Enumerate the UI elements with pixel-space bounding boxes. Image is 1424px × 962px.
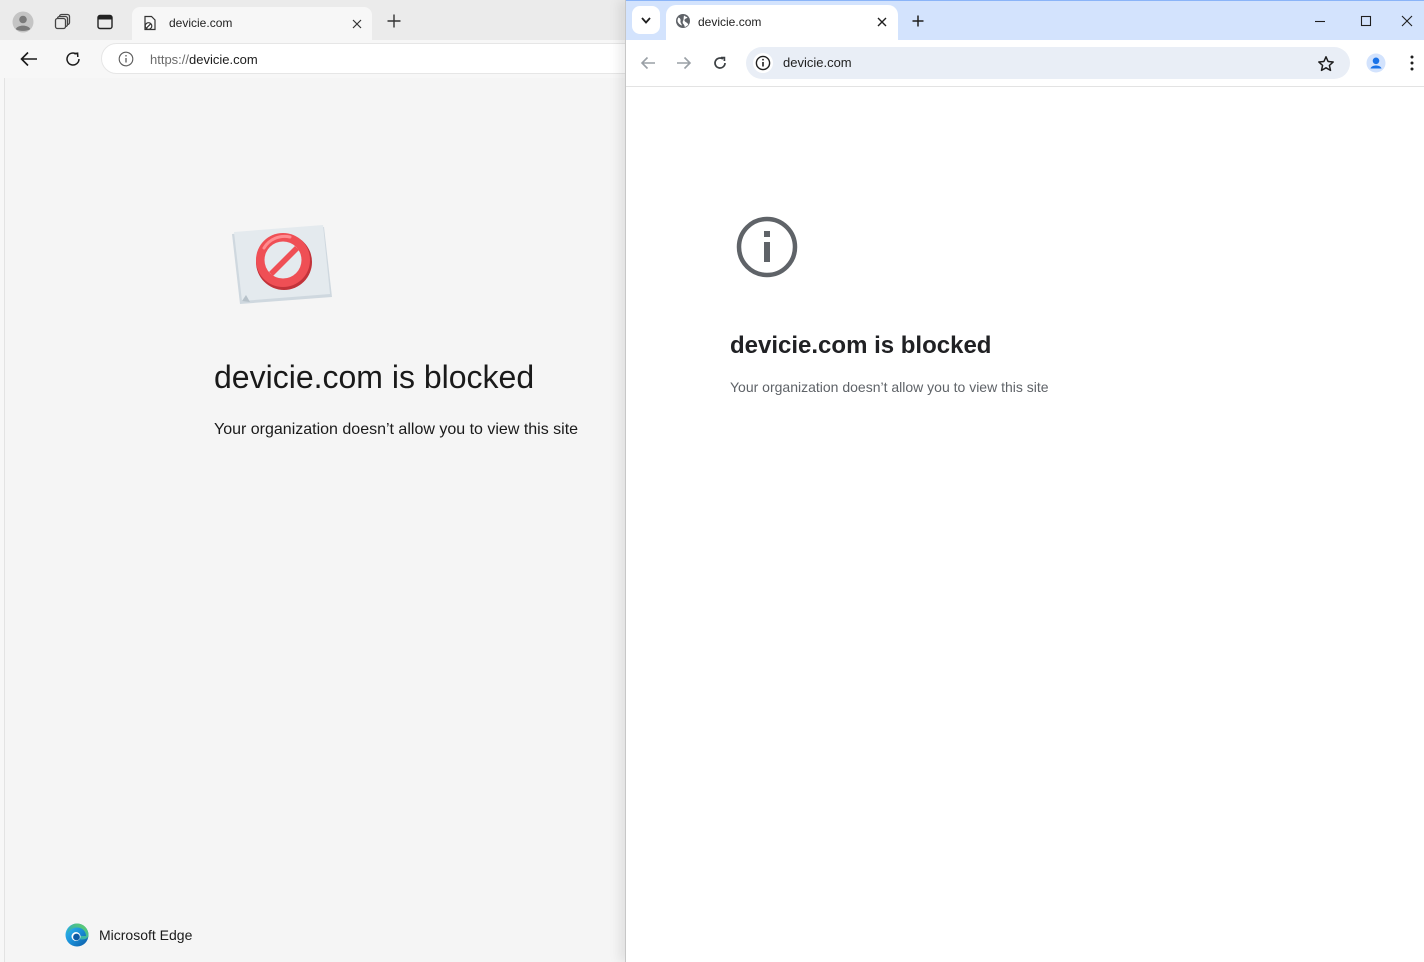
vertical-tabs-icon [97, 14, 113, 30]
profile-icon [1366, 53, 1386, 73]
edge-back-button[interactable] [13, 43, 45, 75]
chrome-address-bar[interactable]: devicie.com [746, 47, 1350, 79]
workspaces-icon [54, 13, 71, 30]
edge-page-content: devicie.com is blocked Your organization… [4, 78, 625, 962]
edge-tab-close-button[interactable] [348, 15, 366, 33]
info-large-icon [736, 216, 798, 278]
edge-toolbar: https://devicie.com [0, 40, 625, 78]
edge-url-scheme: https:// [150, 52, 190, 67]
plus-icon [912, 15, 924, 27]
blocked-sign-icon [232, 225, 332, 304]
chevron-down-icon [641, 16, 651, 24]
edge-new-tab-button[interactable] [380, 7, 408, 35]
chrome-active-tab[interactable]: devicie.com [666, 5, 898, 41]
edge-tab-strip: devicie.com [0, 0, 625, 40]
chrome-forward-button[interactable] [670, 49, 698, 77]
chrome-window-close-button[interactable] [1389, 1, 1424, 41]
chrome-new-tab-button[interactable] [904, 7, 932, 35]
edge-url-text[interactable]: https://devicie.com [150, 52, 258, 67]
reload-icon [66, 52, 80, 66]
chrome-window: devicie.com devicie.com devicie.com is b… [625, 0, 1424, 962]
chrome-toolbar: devicie.com [626, 40, 1424, 87]
minimize-icon [1315, 20, 1325, 23]
maximize-icon [1360, 15, 1372, 27]
chrome-back-button[interactable] [634, 49, 662, 77]
info-icon [755, 55, 771, 71]
reload-icon [714, 56, 726, 69]
chrome-profile-button[interactable] [1364, 51, 1388, 75]
chrome-page-subtext: Your organization doesn’t allow you to v… [730, 379, 1049, 395]
edge-tab-title: devicie.com [169, 16, 233, 30]
globe-icon [676, 14, 690, 28]
window-close-icon [1401, 15, 1413, 27]
chrome-tab-close-button[interactable] [872, 12, 892, 32]
edge-active-tab[interactable]: devicie.com [132, 7, 372, 40]
edge-profile-button[interactable] [7, 6, 39, 38]
edge-workspaces-button[interactable] [47, 6, 79, 38]
forward-arrow-icon [677, 56, 692, 70]
edge-address-bar[interactable]: https://devicie.com [101, 43, 625, 74]
edge-brand: Microsoft Edge [65, 923, 192, 947]
chrome-page-heading: devicie.com is blocked [730, 332, 992, 359]
back-arrow-icon [640, 56, 655, 70]
edge-url-host: devicie.com [189, 52, 258, 67]
chrome-maximize-button[interactable] [1343, 1, 1389, 41]
edge-logo-icon [65, 923, 89, 947]
edge-page-heading: devicie.com is blocked [214, 359, 535, 395]
chrome-url-text[interactable]: devicie.com [783, 55, 852, 70]
edge-window: devicie.com https://devicie.com devicie.… [0, 0, 625, 962]
kebab-menu-icon [1410, 55, 1414, 71]
close-icon [877, 17, 887, 27]
edge-vertical-tabs-button[interactable] [89, 6, 121, 38]
chrome-tab-strip: devicie.com [626, 0, 1424, 41]
profile-icon [12, 11, 34, 33]
info-icon[interactable] [118, 51, 134, 67]
edge-reload-button[interactable] [57, 43, 89, 75]
chrome-site-info-button[interactable] [753, 53, 773, 73]
chrome-reload-button[interactable] [706, 49, 734, 77]
chrome-tab-search-button[interactable] [632, 6, 660, 34]
edge-page-subtext: Your organization doesn’t allow you to v… [214, 421, 579, 438]
chrome-tab-title: devicie.com [698, 15, 762, 29]
chrome-minimize-button[interactable] [1297, 1, 1343, 41]
chrome-menu-button[interactable] [1402, 51, 1422, 75]
plus-icon [387, 14, 401, 28]
close-icon [352, 19, 362, 29]
star-icon [1318, 56, 1334, 72]
edge-brand-label: Microsoft Edge [99, 927, 193, 943]
chrome-bookmark-button[interactable] [1314, 52, 1338, 76]
tab-blocked-favicon-icon [144, 15, 156, 31]
back-arrow-icon [20, 51, 37, 67]
